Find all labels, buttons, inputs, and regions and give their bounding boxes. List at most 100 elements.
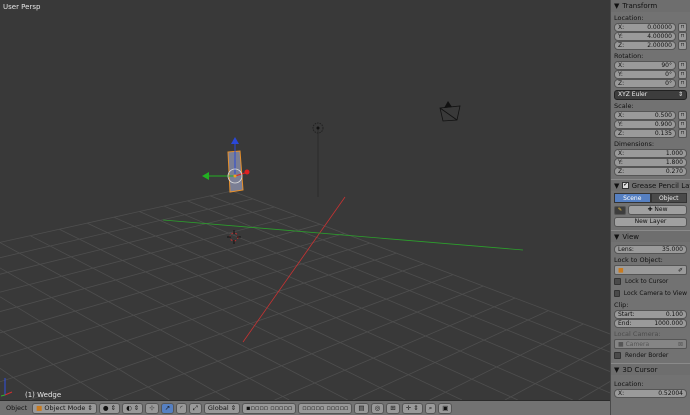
new-layer-button[interactable]: New Layer: [614, 217, 687, 227]
viewport-header: Object ■ Object Mode ⇕ ● ⇕ ◐ ⇕ ⊹ ↗ ◜ ⤢ G…: [0, 400, 610, 415]
location-1-field[interactable]: Y: 4.00000: [614, 32, 676, 41]
grid-line: [0, 206, 275, 275]
field-value: 2.00000: [647, 42, 672, 49]
scale-label: Scale:: [614, 102, 634, 110]
lock-object-field[interactable]: ■ ✐: [614, 265, 687, 275]
rotate-manipulator[interactable]: ◜: [176, 402, 187, 414]
lock-icon[interactable]: ⊓: [678, 111, 687, 120]
rotation-2-field[interactable]: Z: 0°: [614, 79, 676, 88]
rotation-1-field[interactable]: Y: 0°: [614, 70, 676, 79]
location-row: X: 0.00000 ⊓: [614, 23, 687, 32]
mode-label: Object Mode: [44, 403, 86, 412]
axis-label: X:: [618, 150, 625, 157]
z-manipulator-arrow: [231, 137, 239, 144]
dimensions-2-field[interactable]: Z: 0.270: [614, 167, 687, 176]
lock-icon[interactable]: ⊓: [678, 120, 687, 129]
3d-cursor-panel-header[interactable]: ▼ 3D Cursor: [611, 363, 690, 375]
lock-camera-checkbox[interactable]: Lock Camera to View: [614, 287, 687, 299]
start-value: 0.100: [665, 311, 683, 318]
grid-line: [0, 223, 321, 312]
lock-icon[interactable]: ⊓: [678, 32, 687, 41]
layers-grid[interactable]: ▪▫▫▫▫ ▫▫▫▫▫: [242, 402, 297, 414]
local-camera-label: Local Camera:: [614, 330, 661, 338]
lock-to-cursor-checkbox[interactable]: Lock to Cursor: [614, 275, 687, 287]
location-row: Z: 2.00000 ⊓: [614, 41, 687, 50]
rotation-mode-label: XYZ Euler: [618, 91, 648, 98]
grid-line: [429, 323, 584, 400]
new-button[interactable]: ✚ New: [628, 205, 687, 215]
new-label: New: [654, 206, 668, 213]
dimensions-0-field[interactable]: X: 1.000: [614, 149, 687, 158]
rotation-mode-select[interactable]: XYZ Euler ⇕: [614, 90, 687, 100]
lens-field[interactable]: Lens: 35.000: [614, 245, 687, 254]
dimensions-row: Z: 0.270: [614, 167, 687, 176]
snap-element-select[interactable]: ✛ ⇕: [401, 402, 423, 414]
axis-label: Y:: [618, 71, 623, 78]
rotation-label: Rotation:: [614, 52, 644, 60]
shading-select[interactable]: ● ⇕: [98, 402, 121, 414]
render-icon[interactable]: ⌕: [424, 402, 437, 414]
lock-icon[interactable]: ⊓: [678, 23, 687, 32]
render-border-checkbox[interactable]: Render Border: [614, 349, 687, 361]
manipulator-toggle[interactable]: ⊹: [145, 402, 159, 414]
field-value: 0.00000: [647, 24, 672, 31]
field-value: 0.900: [654, 121, 672, 128]
axis-label: Y:: [618, 33, 623, 40]
lock-icon[interactable]: ⊓: [678, 129, 687, 138]
proportional-edit-icon[interactable]: ◎: [370, 402, 385, 414]
end-value: 1000.000: [654, 320, 683, 327]
layers-grid-2[interactable]: ▫▫▫▫▫ ▫▫▫▫▫: [298, 402, 353, 414]
scale-row: Y: 0.900 ⊓: [614, 120, 687, 129]
lock-camera-label: Lock Camera to View: [623, 289, 687, 297]
properties-shelf: ▼ Transform Location: X: 0.00000 ⊓ Y: 4.0000…: [610, 0, 690, 415]
object-menu[interactable]: Object: [3, 404, 30, 412]
transform-panel-header[interactable]: ▼ Transform: [611, 0, 690, 12]
3d-viewport[interactable]: User Persp (1) Wedge: [0, 0, 610, 400]
grease-pencil-panel-header[interactable]: ▼ ✔Grease Pencil Layers: [611, 179, 690, 191]
lock-icon[interactable]: ⊓: [678, 41, 687, 50]
orientation-select[interactable]: Global ⇕: [203, 402, 241, 414]
grease-pencil-checkbox[interactable]: ✔: [622, 182, 629, 189]
cursor-x-field[interactable]: X: 0.52004: [614, 389, 687, 398]
pivot-select[interactable]: ◐ ⇕: [122, 402, 144, 414]
gizmo-x-axis: [4, 391, 13, 396]
active-object-label: (1) Wedge: [25, 391, 62, 399]
snap-icon[interactable]: ⊞: [386, 402, 400, 414]
axis-label: X:: [618, 112, 625, 119]
scale-row: Z: 0.135 ⊓: [614, 129, 687, 138]
location-row: Y: 4.00000 ⊓: [614, 32, 687, 41]
lock-icon[interactable]: ⊓: [678, 61, 687, 70]
translate-manipulator[interactable]: ↗: [160, 402, 175, 414]
opengl-render-icon[interactable]: ▣: [438, 402, 453, 414]
scale-0-field[interactable]: X: 0.500: [614, 111, 676, 120]
end-label: End:: [618, 320, 632, 327]
location-2-field[interactable]: Z: 2.00000: [614, 41, 676, 50]
view-name: User Persp: [3, 3, 41, 11]
view-title: View: [622, 232, 640, 241]
pencil-icon[interactable]: ✎: [614, 205, 626, 215]
tab-scene[interactable]: Scene: [614, 193, 651, 203]
rotation-0-field[interactable]: X: 90°: [614, 61, 676, 70]
camera-value: Camera: [625, 340, 650, 348]
dimensions-1-field[interactable]: Y: 1.800: [614, 158, 687, 167]
gizmo-y-axis: [0, 394, 6, 397]
scene-canvas[interactable]: [0, 0, 610, 400]
lamp-center: [316, 126, 320, 130]
clip-start-field[interactable]: Start: 0.100: [614, 310, 687, 319]
axis-label: Y:: [618, 121, 623, 128]
tab-object[interactable]: Object: [650, 193, 687, 203]
scale-1-field[interactable]: Y: 0.900: [614, 120, 676, 129]
clip-end-field[interactable]: End: 1000.000: [614, 319, 687, 328]
scale-2-field[interactable]: Z: 0.135: [614, 129, 676, 138]
eyedropper-icon[interactable]: ✐: [678, 267, 683, 274]
scale-manipulator[interactable]: ⤢: [188, 402, 202, 414]
lock-icon[interactable]: ⊓: [678, 79, 687, 88]
render-layer-icon[interactable]: ▤: [354, 402, 369, 414]
grid-line: [504, 343, 610, 400]
mode-select[interactable]: ■ Object Mode ⇕: [32, 402, 97, 414]
view-panel-header[interactable]: ▼ View: [611, 230, 690, 242]
location-0-field[interactable]: X: 0.00000: [614, 23, 676, 32]
grid-line: [0, 267, 230, 400]
grid-line: [59, 228, 406, 400]
lock-icon[interactable]: ⊓: [678, 70, 687, 79]
